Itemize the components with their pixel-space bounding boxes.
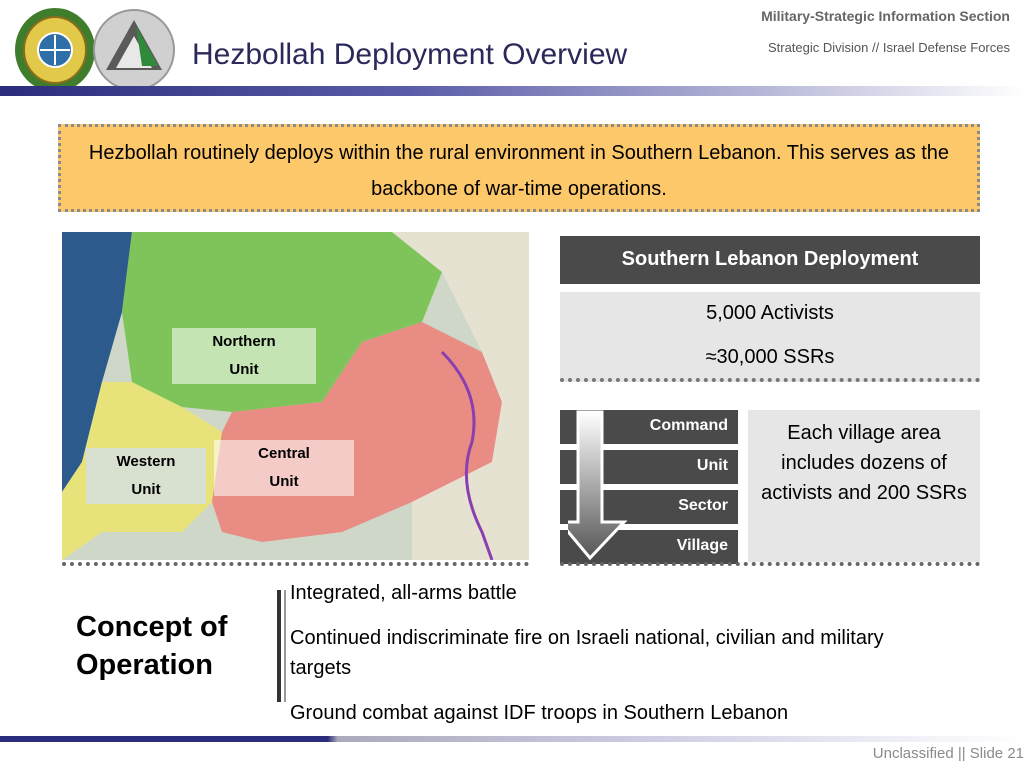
concept-bullet: Ground combat against IDF troops in Sout…: [290, 702, 789, 724]
concept-divider: [277, 590, 281, 702]
page-title: Hezbollah Deployment Overview: [192, 38, 628, 71]
footer-slide-label: Unclassified || Slide 21: [872, 745, 1024, 762]
central-label-box: Central Unit: [214, 440, 354, 496]
western-label: Western Unit: [116, 453, 176, 498]
map-divider: [62, 562, 529, 566]
central-label: Central Unit: [258, 445, 310, 490]
strategic-division-emblem: [92, 6, 176, 94]
concept-title-line1: Concept of: [76, 611, 228, 643]
deployment-figures: 5,000 Activists ≈30,000 SSRs: [560, 292, 980, 382]
village-note: Each village area includes dozens of act…: [748, 410, 980, 562]
concept-divider-accent: [284, 590, 286, 702]
ssrs-count: ≈30,000 SSRs: [705, 346, 835, 368]
concept-title-line2: Operation: [76, 649, 213, 681]
western-label-box: Western Unit: [86, 448, 206, 504]
intro-callout: Hezbollah routinely deploys within the r…: [58, 124, 980, 212]
division-name: Strategic Division // Israel Defense For…: [767, 40, 1010, 55]
down-arrow-icon: [556, 410, 628, 562]
hierarchy-divider: [560, 562, 980, 566]
deployment-heading: Southern Lebanon Deployment: [560, 236, 980, 284]
northern-label: Northern Unit: [212, 333, 276, 378]
concept-bullets: Integrated, all-arms battle Continued in…: [290, 578, 930, 743]
footer-rule: [0, 736, 1024, 742]
header-rule: [0, 86, 1024, 96]
northern-label-box: Northern Unit: [172, 328, 316, 384]
concept-title: Concept of Operation: [76, 608, 227, 684]
activists-count: 5,000 Activists: [706, 302, 834, 324]
intro-text: Hezbollah routinely deploys within the r…: [88, 142, 950, 200]
deployment-map: Northern Unit Western Unit Central Unit: [62, 232, 529, 560]
section-name: Military-Strategic Information Section: [761, 8, 1010, 24]
concept-bullet: Continued indiscriminate fire on Israeli…: [290, 627, 884, 679]
concept-bullet: Integrated, all-arms battle: [290, 582, 517, 604]
military-intelligence-emblem: [12, 6, 98, 94]
